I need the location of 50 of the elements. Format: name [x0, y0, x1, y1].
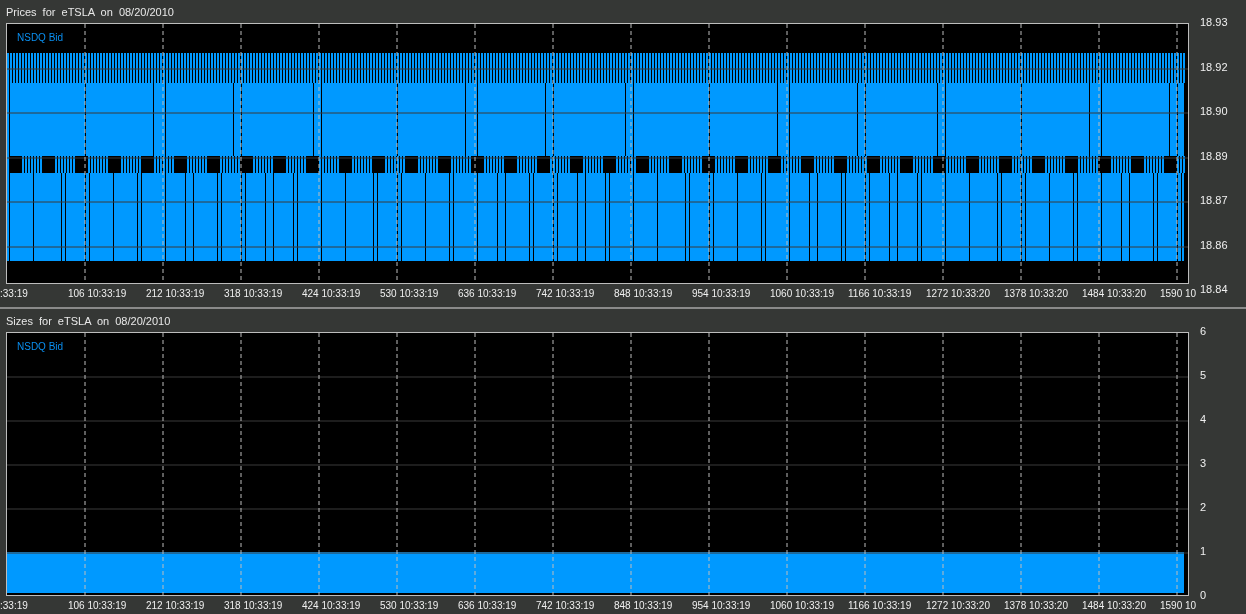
x-axis-label: 742 10:33:19	[536, 600, 595, 611]
y-axis-label: 1	[1200, 545, 1207, 557]
x-axis-label: 1272 10:33:20	[926, 288, 990, 299]
legend-label: NSDQ Bid	[17, 32, 64, 43]
x-axis-label: :33:19	[0, 288, 28, 299]
x-axis-label: 212 10:33:19	[146, 288, 205, 299]
x-axis-label: 848 10:33:19	[614, 288, 673, 299]
x-axis-label: 636 10:33:19	[458, 288, 517, 299]
x-axis-label: 1590 10	[1160, 288, 1197, 299]
y-axis-label: 18.93	[1200, 16, 1228, 28]
y-axis-label: 3	[1200, 457, 1207, 469]
y-axis-label: 18.86	[1200, 238, 1228, 251]
x-axis-label: 1484 10:33:20	[1082, 600, 1146, 611]
x-axis-label: 106 10:33:19	[68, 288, 127, 299]
x-axis-label: 954 10:33:19	[692, 600, 751, 611]
x-axis-label: :33:19	[0, 600, 28, 611]
x-axis-label: 1378 10:33:20	[1004, 288, 1068, 299]
x-axis-label: 424 10:33:19	[302, 288, 361, 299]
chart-title: Sizes for eTSLA on 08/20/2010	[6, 314, 171, 327]
x-axis-label: 1060 10:33:19	[770, 600, 834, 611]
x-axis-label: 530 10:33:19	[380, 600, 439, 611]
legend-label: NSDQ Bid	[17, 341, 64, 352]
x-axis-label: 1272 10:33:20	[926, 600, 990, 611]
y-axis-label: 2	[1200, 501, 1207, 513]
x-axis-label: 1590 10	[1160, 600, 1197, 611]
x-axis-label: 1060 10:33:19	[770, 288, 834, 299]
x-axis-label: 848 10:33:19	[614, 600, 673, 611]
x-axis-label: 530 10:33:19	[380, 288, 439, 299]
x-axis-label: 318 10:33:19	[224, 600, 283, 611]
x-axis-label: 636 10:33:19	[458, 600, 517, 611]
x-axis-label: 212 10:33:19	[146, 600, 205, 611]
x-axis-label: 1484 10:33:20	[1082, 288, 1146, 299]
x-axis-label: 106 10:33:19	[68, 600, 127, 611]
y-axis-label: 18.89	[1200, 149, 1228, 162]
x-axis-label: 1378 10:33:20	[1004, 600, 1068, 611]
y-axis-label: 6	[1200, 325, 1207, 337]
y-axis-label: 18.84	[1200, 283, 1228, 295]
x-axis-label: 318 10:33:19	[224, 288, 283, 299]
x-axis-label: 424 10:33:19	[302, 600, 361, 611]
y-axis-label: 5	[1200, 369, 1207, 381]
y-axis-label: 18.90	[1200, 105, 1228, 117]
y-axis-label: 4	[1200, 413, 1207, 425]
x-axis-label: 1166 10:33:19	[848, 288, 912, 299]
x-axis-label: 742 10:33:19	[536, 288, 595, 299]
x-axis-label: 954 10:33:19	[692, 288, 751, 299]
x-axis-label: 1166 10:33:19	[848, 600, 912, 611]
y-axis-label: 0	[1200, 589, 1207, 601]
y-axis-label: 18.92	[1200, 60, 1228, 73]
y-axis-label: 18.87	[1200, 194, 1228, 206]
chart-title: Prices for eTSLA on 08/20/2010	[6, 5, 174, 18]
